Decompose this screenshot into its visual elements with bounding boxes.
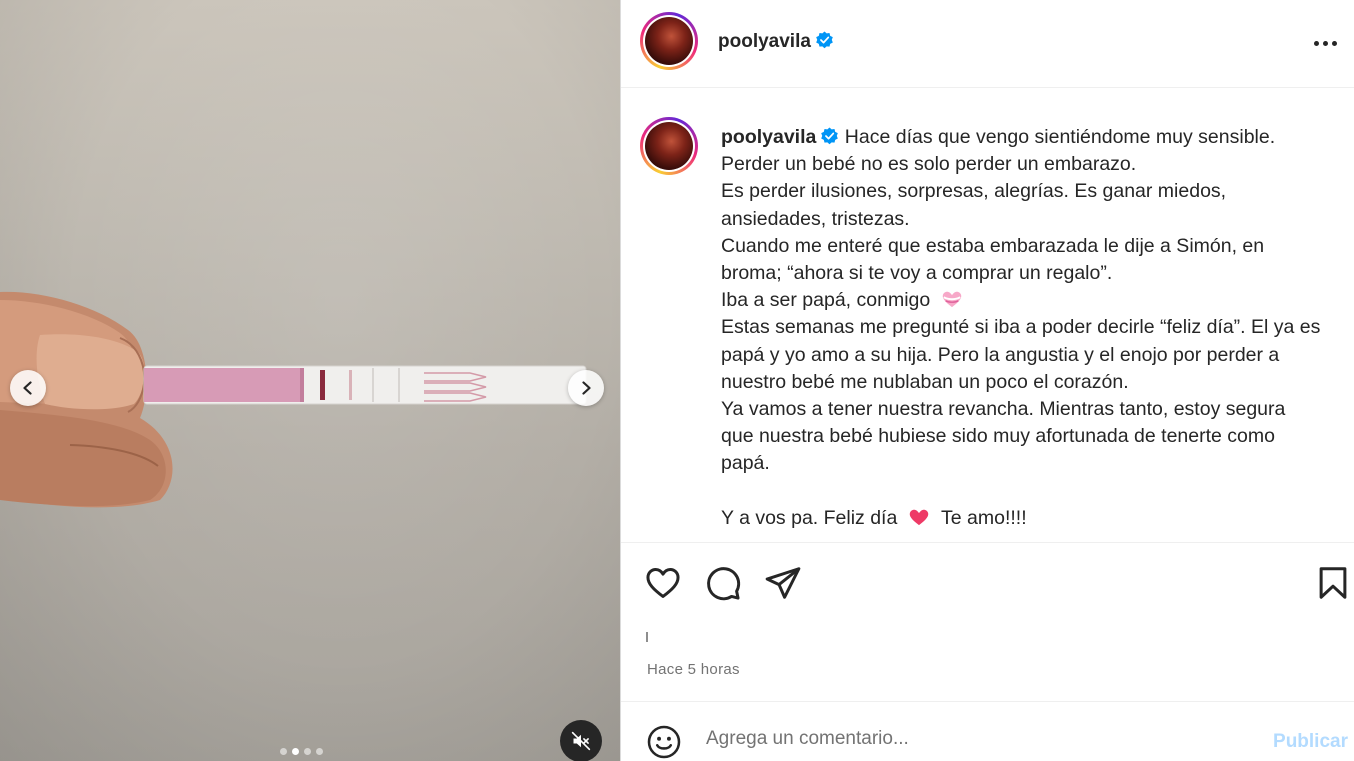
header-username[interactable]: poolyavila [718,31,811,52]
caption-line-emoji: Y a vos pa. Feliz día Te amo!!!! [721,505,1351,532]
post-caption: poolyavila Hace días que vengo sientiénd… [721,124,1351,532]
publish-button[interactable]: Publicar [1273,731,1348,753]
like-button[interactable] [644,564,684,604]
paper-plane-icon [765,567,801,599]
chevron-left-icon [23,381,32,395]
more-horizontal-icon [1313,40,1319,46]
heart-icon [646,568,680,598]
carousel-next-button[interactable] [568,370,604,406]
add-comment-bar: Publicar [621,701,1354,761]
caption-username[interactable]: poolyavila [721,126,816,148]
caption-line-emoji: Iba a ser papá, conmigo [721,287,1351,314]
caption-line: papá y yo amo a su hija. Pero la angusti… [721,343,1280,366]
share-button[interactable] [764,564,804,604]
comment-button[interactable] [704,564,744,604]
avatar-photo [645,17,693,65]
post-media[interactable] [0,0,620,761]
more-options-button[interactable] [1310,32,1340,54]
mute-toggle-button[interactable] [560,720,602,761]
caption-line-1: poolyavila Hace días que vengo sientiénd… [721,124,1351,151]
caption-line: Ya vamos a tener nuestra revancha. Mient… [721,398,1286,421]
more-dot [1322,40,1328,46]
carousel-prev-button[interactable] [10,370,46,406]
caption-avatar[interactable] [640,117,698,175]
comment-input[interactable] [706,728,1226,750]
more-dot [1331,40,1337,46]
avatar-ring [643,15,695,67]
caption-text: Te amo!!!! [941,506,1027,529]
avatar[interactable] [640,12,698,70]
verified-badge-icon [816,31,833,49]
save-button[interactable] [1314,564,1354,604]
carousel-dot [304,748,311,755]
smiley-icon [647,725,681,759]
caption-line: papá. [721,452,770,475]
post-actions [621,543,1354,623]
caption-line: Perder un bebé no es solo perder un emba… [721,153,1137,176]
red-heart-emoji [909,509,929,526]
caption-line: que nuestra bebé hubiese sido muy afortu… [721,425,1275,448]
carousel-dot [316,748,323,755]
caption-line: Es perder ilusiones, sorpresas, alegrías… [721,180,1227,203]
caption-line: Cuando me enteré que estaba embarazada l… [721,234,1265,257]
verified-badge-icon [821,127,839,145]
comment-icon [707,567,741,601]
caption-text: Y a vos pa. Feliz día [721,506,898,529]
caption-line: nuestro bebé me nublaban un poco el cora… [721,370,1129,393]
caption-line: Estas semanas me pregunté si iba a poder… [721,316,1321,339]
caption-text: Hace días que vengo sientiéndome muy sen… [844,126,1276,148]
avatar-photo [645,122,693,170]
caption-line: ansiedades, tristezas. [721,207,910,230]
header-user: poolyavila [718,31,834,53]
chevron-right-icon [582,381,591,395]
carousel-indicator [280,748,323,755]
heart-ribbon-emoji [942,291,962,308]
post-timestamp[interactable]: Hace 5 horas [647,661,740,678]
bookmark-icon [1319,567,1347,599]
speaker-muted-icon [571,731,591,751]
avatar-ring [643,120,695,172]
carousel-dot-active [292,748,299,755]
post-header: poolyavila [621,0,1354,88]
caption-text: Iba a ser papá, conmigo [721,289,931,312]
comments-section: poolyavila Hace días que vengo sientiénd… [621,88,1354,543]
carousel-dot [280,748,287,755]
caption-line: broma; “ahora si te voy a comprar un reg… [721,262,1113,285]
likes-indicator [646,632,648,642]
emoji-picker-button[interactable] [646,724,682,760]
media-photo [0,291,587,508]
